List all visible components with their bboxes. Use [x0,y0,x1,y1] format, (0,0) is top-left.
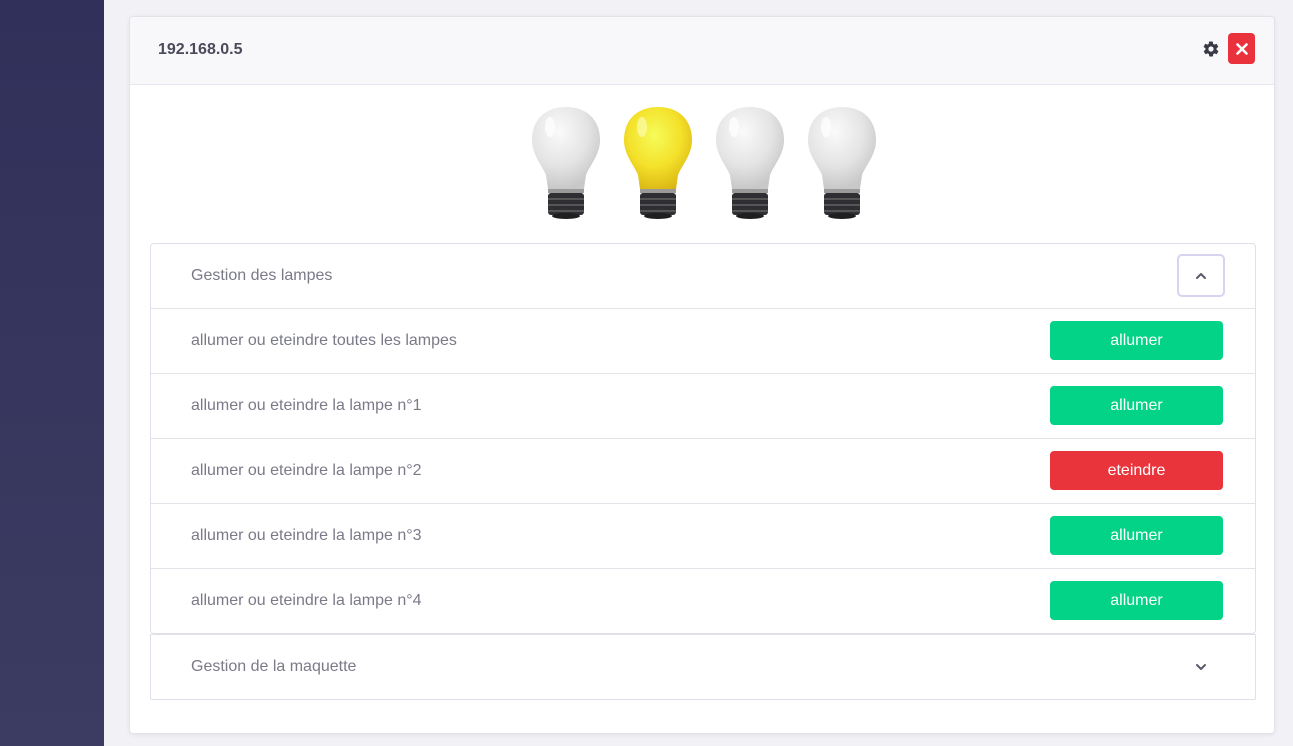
card-header: 192.168.0.5 [130,17,1274,85]
lamp-management-section: Gestion des lampes allumer ou eteindre t… [150,243,1256,634]
bulb-display [530,103,880,221]
sidebar [0,0,104,746]
row-label: allumer ou eteindre la lampe n°2 [191,462,422,479]
bulb-3-icon [716,107,784,219]
model-section-title: Gestion de la maquette [191,658,357,675]
lamp-row-4: allumer ou eteindre la lampe n°4 allumer [151,568,1255,633]
model-management-section: Gestion de la maquette [150,634,1256,700]
close-icon [1235,42,1248,55]
chevron-up-icon [1196,272,1206,279]
bulb-4-icon [808,107,876,219]
model-section-header[interactable]: Gestion de la maquette [151,635,1255,699]
toggle-all-lamps-button[interactable]: allumer [1050,321,1223,360]
row-label: allumer ou eteindre la lampe n°4 [191,592,422,609]
toggle-lamp-4-button[interactable]: allumer [1050,581,1223,620]
collapse-toggle-button[interactable] [1177,254,1225,297]
gear-icon[interactable] [1202,40,1220,58]
bulb-2-icon [624,107,692,219]
device-card: 192.168.0.5 Gestion des lampes allumer o… [129,16,1275,734]
lamp-section-title: Gestion des lampes [191,267,333,284]
toggle-lamp-2-button[interactable]: eteindre [1050,451,1223,490]
lamp-row-all: allumer ou eteindre toutes les lampes al… [151,308,1255,373]
lamp-row-1: allumer ou eteindre la lampe n°1 allumer [151,373,1255,438]
row-label: allumer ou eteindre toutes les lampes [191,332,457,349]
device-address-title: 192.168.0.5 [158,41,243,58]
row-label: allumer ou eteindre la lampe n°1 [191,397,422,414]
lamp-section-header[interactable]: Gestion des lampes [151,244,1255,308]
toggle-lamp-3-button[interactable]: allumer [1050,516,1223,555]
toggle-lamp-1-button[interactable]: allumer [1050,386,1223,425]
lamp-row-2: allumer ou eteindre la lampe n°2 eteindr… [151,438,1255,503]
bulb-1-icon [532,107,600,219]
row-label: allumer ou eteindre la lampe n°3 [191,527,422,544]
chevron-down-icon [1196,663,1206,670]
close-button[interactable] [1228,33,1255,64]
lamp-row-3: allumer ou eteindre la lampe n°3 allumer [151,503,1255,568]
settings-accordion: Gestion des lampes allumer ou eteindre t… [150,243,1256,700]
expand-toggle-button[interactable] [1177,645,1225,688]
